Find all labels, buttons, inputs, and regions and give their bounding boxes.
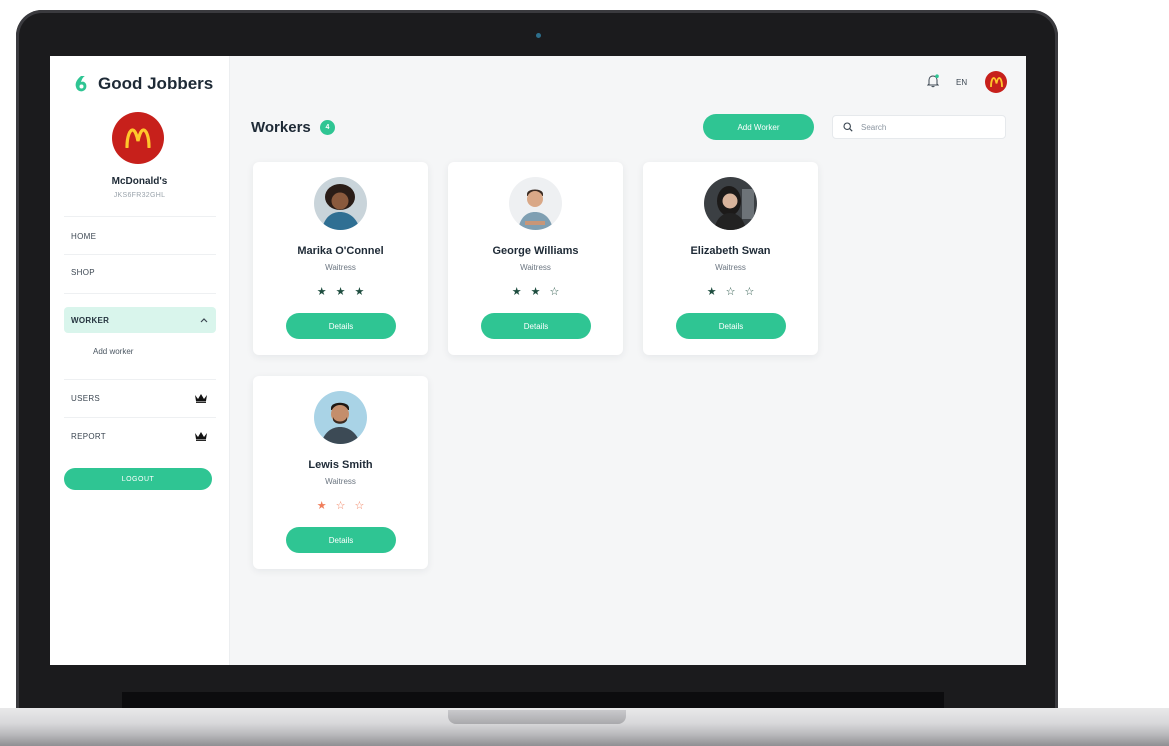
- divider: [64, 293, 216, 294]
- sidebar-item-label: WORKER: [71, 315, 110, 325]
- sidebar-item-label: REPORT: [71, 431, 106, 441]
- star-filled-icon: ★: [354, 286, 374, 298]
- divider: [64, 216, 216, 217]
- sidebar-item-shop[interactable]: SHOP: [64, 259, 216, 285]
- language-selector[interactable]: EN: [956, 78, 967, 87]
- worker-avatar-icon: [314, 177, 367, 230]
- logout-button[interactable]: LOGOUT: [64, 468, 212, 490]
- brand[interactable]: Good Jobbers: [74, 74, 213, 94]
- details-button[interactable]: Details: [286, 313, 396, 339]
- details-button[interactable]: Details: [481, 313, 591, 339]
- sidebar-item-report[interactable]: REPORT: [64, 423, 216, 449]
- bell-icon[interactable]: [927, 74, 939, 88]
- star-filled-icon: ★: [316, 500, 336, 512]
- worker-role: Waitress: [325, 263, 356, 272]
- brand-name: Good Jobbers: [98, 74, 214, 93]
- sidebar-item-users[interactable]: USERS: [64, 385, 216, 411]
- sidebar: Good Jobbers McDonald's JKS6FR32GHL HOME…: [50, 56, 230, 665]
- divider: [64, 254, 216, 255]
- star-rating: ★☆☆: [253, 499, 428, 512]
- sidebar-item-label: USERS: [71, 393, 101, 403]
- star-filled-icon: ★: [530, 286, 550, 298]
- crown-icon: [195, 432, 207, 441]
- crown-icon: [195, 394, 207, 403]
- worker-card: Lewis Smith Waitress ★☆☆ Details: [253, 376, 428, 569]
- worker-photo: [704, 177, 757, 230]
- star-rating: ★★★: [253, 285, 428, 298]
- star-empty-icon: ☆: [549, 286, 569, 298]
- worker-name: Elizabeth Swan: [690, 245, 771, 257]
- count-badge: 4: [320, 120, 335, 135]
- worker-photo: [314, 391, 367, 444]
- worker-role: Waitress: [325, 477, 356, 486]
- worker-role: Waitress: [520, 263, 551, 272]
- star-rating: ★★☆: [448, 285, 623, 298]
- star-empty-icon: ☆: [744, 286, 764, 298]
- laptop-notch: [448, 710, 626, 724]
- star-filled-icon: ★: [706, 286, 726, 298]
- worker-avatar-icon: [509, 177, 562, 230]
- sidebar-item-label: SHOP: [71, 267, 95, 277]
- details-button[interactable]: Details: [286, 527, 396, 553]
- star-empty-icon: ☆: [725, 286, 745, 298]
- mcdonalds-logo-icon: [125, 128, 151, 148]
- brand-leaf-icon: [75, 76, 87, 92]
- worker-avatar-icon: [314, 391, 367, 444]
- avatar[interactable]: [985, 71, 1007, 93]
- worker-card: Elizabeth Swan Waitress ★☆☆ Details: [643, 162, 818, 355]
- company-name: McDonald's: [111, 176, 168, 187]
- worker-photo: [314, 177, 367, 230]
- search-box[interactable]: [832, 115, 1006, 139]
- sidebar-subitem-add-worker[interactable]: Add worker: [93, 347, 133, 356]
- search-input[interactable]: [861, 122, 991, 132]
- sidebar-item-home[interactable]: HOME: [64, 223, 216, 249]
- details-button[interactable]: Details: [676, 313, 786, 339]
- worker-card: Marika O'Connel Waitress ★★★ Details: [253, 162, 428, 355]
- worker-photo: [509, 177, 562, 230]
- app-screen: Good Jobbers McDonald's JKS6FR32GHL HOME…: [50, 56, 1026, 665]
- star-empty-icon: ☆: [354, 500, 374, 512]
- worker-card: George Williams Waitress ★★☆ Details: [448, 162, 623, 355]
- star-filled-icon: ★: [316, 286, 336, 298]
- worker-name: Lewis Smith: [308, 459, 373, 471]
- star-empty-icon: ☆: [335, 500, 355, 512]
- search-icon: [843, 122, 853, 132]
- camera-icon: [536, 33, 541, 38]
- divider: [64, 379, 216, 380]
- add-worker-button[interactable]: Add Worker: [703, 114, 814, 140]
- sidebar-item-label: HOME: [71, 231, 97, 241]
- worker-avatar-icon: [704, 177, 757, 230]
- chevron-up-icon[interactable]: [200, 317, 208, 323]
- sidebar-item-worker[interactable]: WORKER: [64, 307, 216, 333]
- star-rating: ★☆☆: [643, 285, 818, 298]
- star-filled-icon: ★: [511, 286, 531, 298]
- worker-role: Waitress: [715, 263, 746, 272]
- worker-name: George Williams: [492, 245, 579, 257]
- company-code: JKS6FR32GHL: [113, 192, 166, 199]
- company-logo: [112, 112, 164, 164]
- mcdonalds-logo-icon: [989, 77, 1003, 87]
- page-title: Workers: [251, 119, 311, 136]
- worker-name: Marika O'Connel: [297, 245, 384, 257]
- divider: [64, 417, 216, 418]
- star-filled-icon: ★: [335, 286, 355, 298]
